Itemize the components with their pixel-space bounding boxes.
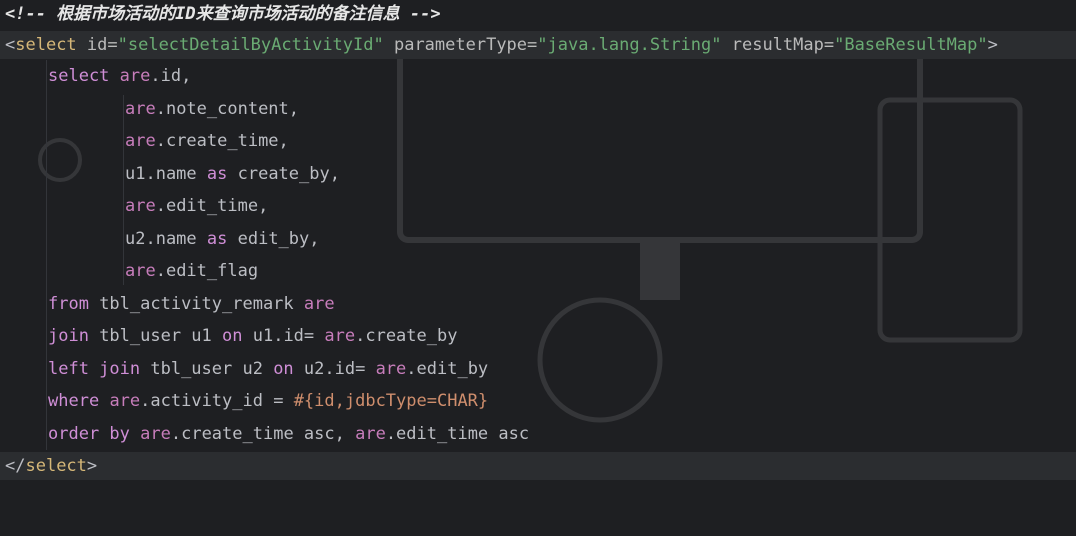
attr-name: id= — [76, 35, 118, 55]
sql-text: .create_by — [355, 326, 458, 346]
tag-bracket: </ — [5, 456, 26, 476]
sql-fragment: left join tbl_user u2 on u2.id= are.edit… — [48, 355, 488, 383]
sql-fragment: are.edit_time, — [125, 192, 268, 220]
tag-bracket: > — [86, 456, 98, 476]
sql-keyword: from — [48, 294, 89, 314]
mybatis-parameter: #{id,jdbcType=CHAR} — [293, 391, 489, 411]
sql-keyword: on — [222, 326, 243, 346]
select-open-tag: <select id="selectDetailByActivityId" pa… — [5, 31, 998, 59]
sql-fragment: u1.name as create_by, — [125, 160, 340, 188]
code-line: are.edit_time, — [0, 192, 1076, 220]
sql-text: u2.id= — [293, 359, 376, 379]
sql-text: tbl_user u2 — [140, 359, 274, 379]
sql-keyword: as — [206, 164, 228, 184]
sql-keyword: select — [48, 66, 110, 86]
table-alias: are — [125, 131, 156, 151]
code-line: from tbl_activity_remark are — [0, 290, 1076, 318]
tag-bracket: < — [5, 35, 16, 55]
sql-keyword: where — [48, 391, 100, 411]
table-alias: are — [375, 359, 407, 379]
table-alias: are — [125, 196, 156, 216]
sql-fragment: join tbl_user u1 on u1.id= are.create_by — [48, 322, 457, 350]
sql-text: .create_time, — [155, 131, 289, 151]
table-alias: are — [324, 326, 356, 346]
code-line: join tbl_user u1 on u1.id= are.create_by — [0, 322, 1076, 350]
sql-text: create_by, — [227, 164, 340, 184]
sql-keyword: order by — [48, 424, 130, 444]
attr-name: resultMap= — [721, 35, 835, 55]
table-alias: are — [125, 99, 156, 119]
sql-fragment: from tbl_activity_remark are — [48, 290, 335, 318]
code-editor[interactable]: <!-- 根据市场活动的ID来查询市场活动的备注信息 --> <select i… — [0, 0, 1076, 482]
select-close-tag: </select> — [5, 452, 97, 480]
sql-fragment: where are.activity_id = #{id,jdbcType=CH… — [48, 387, 488, 415]
sql-text: edit_by, — [227, 229, 320, 249]
sql-fragment: are.edit_flag — [125, 257, 258, 285]
sql-fragment: are.create_time, — [125, 127, 289, 155]
table-alias: are — [125, 261, 156, 281]
code-line: left join tbl_user u2 on u2.id= are.edit… — [0, 355, 1076, 383]
code-line: </select> — [0, 452, 1076, 480]
sql-fragment: select are.id, — [48, 62, 191, 90]
sql-keyword: join — [48, 326, 89, 346]
sql-text: .activity_id = — [140, 391, 294, 411]
sql-text: .note_content, — [155, 99, 300, 119]
code-line: u2.name as edit_by, — [0, 225, 1076, 253]
code-line: where are.activity_id = #{id,jdbcType=CH… — [0, 387, 1076, 415]
xml-comment: <!-- 根据市场活动的ID来查询市场活动的备注信息 --> — [5, 4, 441, 24]
sql-text: .create_time asc, — [170, 424, 356, 444]
table-alias: are — [140, 424, 171, 444]
sql-text: .edit_time, — [155, 196, 269, 216]
code-line: order by are.create_time asc, are.edit_t… — [0, 420, 1076, 448]
sql-keyword: on — [273, 359, 294, 379]
table-alias: are — [109, 391, 141, 411]
sql-text: .edit_time asc — [385, 424, 530, 444]
sql-keyword: as — [206, 229, 228, 249]
attr-value: "java.lang.String" — [537, 35, 722, 55]
table-alias: are — [119, 66, 151, 86]
sql-text: tbl_activity_remark — [88, 294, 304, 314]
sql-text: u1.name — [125, 164, 207, 184]
sql-keyword: left join — [48, 359, 141, 379]
attr-value: "BaseResultMap" — [834, 35, 988, 55]
sql-text: .id, — [150, 66, 192, 86]
sql-fragment: order by are.create_time asc, are.edit_t… — [48, 420, 529, 448]
code-line: <!-- 根据市场活动的ID来查询市场活动的备注信息 --> — [0, 0, 1076, 28]
code-line: are.note_content, — [0, 95, 1076, 123]
sql-text: .edit_by — [406, 359, 489, 379]
sql-text: .edit_flag — [155, 261, 259, 281]
code-line: <select id="selectDetailByActivityId" pa… — [0, 31, 1076, 59]
code-line: u1.name as create_by, — [0, 160, 1076, 188]
tag-name: select — [15, 35, 77, 55]
attr-value: "selectDetailByActivityId" — [117, 35, 384, 55]
sql-text: u1.id= — [242, 326, 325, 346]
sql-fragment: are.note_content, — [125, 95, 299, 123]
table-alias: are — [303, 294, 335, 314]
code-line: are.create_time, — [0, 127, 1076, 155]
attr-name: parameterType= — [383, 35, 538, 55]
code-line: select are.id, — [0, 62, 1076, 90]
table-alias: are — [355, 424, 386, 444]
sql-text: u2.name — [125, 229, 207, 249]
tag-bracket: > — [987, 35, 998, 55]
code-line: are.edit_flag — [0, 257, 1076, 285]
sql-text: tbl_user u1 — [88, 326, 223, 346]
tag-name: select — [25, 456, 87, 476]
sql-fragment: u2.name as edit_by, — [125, 225, 320, 253]
